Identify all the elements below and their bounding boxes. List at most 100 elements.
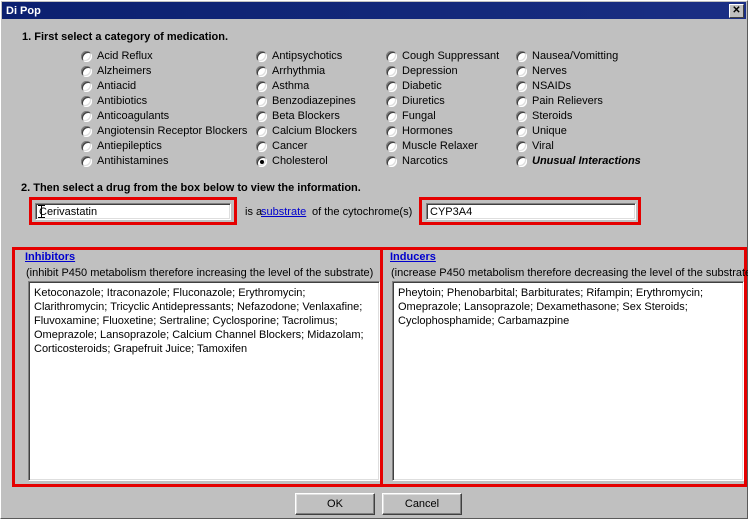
radio-icon <box>256 66 267 77</box>
window-title: Di Pop <box>6 4 41 17</box>
radio-angiotensin-receptor-blockers[interactable]: Angiotensin Receptor Blockers <box>81 124 256 139</box>
radio-label: Alzheimers <box>97 65 152 77</box>
radio-label: Asthma <box>272 80 310 92</box>
radio-icon <box>256 111 267 122</box>
radio-label: Calcium Blockers <box>272 125 357 137</box>
inhibitors-heading-link[interactable]: Inhibitors <box>25 251 75 263</box>
radio-antihistamines[interactable]: Antihistamines <box>81 154 256 169</box>
close-icon[interactable]: ✕ <box>729 3 744 18</box>
radio-acid-reflux[interactable]: Acid Reflux <box>81 49 256 64</box>
radio-icon <box>81 81 92 92</box>
cytochrome-input[interactable] <box>426 203 636 220</box>
radio-antiacid[interactable]: Antiacid <box>81 79 256 94</box>
radio-icon <box>81 66 92 77</box>
radio-icon <box>386 51 397 62</box>
radio-label: Viral <box>532 140 554 152</box>
radio-fungal[interactable]: Fungal <box>386 109 516 124</box>
radio-label: Depression <box>402 65 458 77</box>
drug-name-input[interactable] <box>35 203 231 220</box>
list-item: Corticosteroids; Grapefruit Juice; Tamox… <box>34 343 248 355</box>
radio-label: Nerves <box>532 65 567 77</box>
radio-steroids[interactable]: Steroids <box>516 109 686 124</box>
radio-label: Antipsychotics <box>272 50 343 62</box>
is-a-text: is a <box>245 206 263 218</box>
radio-label: Pain Relievers <box>532 95 603 107</box>
radio-cough-suppressant[interactable]: Cough Suppressant <box>386 49 516 64</box>
radio-label: Diabetic <box>402 80 442 92</box>
radio-icon <box>81 96 92 107</box>
category-column-3: Cough Suppressant Depression Diabetic Di… <box>386 49 516 169</box>
radio-icon <box>386 96 397 107</box>
category-column-1: Acid Reflux Alzheimers Antiacid Antibiot… <box>81 49 256 169</box>
radio-label: Cholesterol <box>272 155 328 167</box>
radio-label: Narcotics <box>402 155 448 167</box>
list-item: Pheytoin; Phenobarbital; Barbiturates; R… <box>398 287 704 299</box>
dialog-window: Di Pop ✕ 1. First select a category of m… <box>0 0 748 519</box>
radio-asthma[interactable]: Asthma <box>256 79 386 94</box>
list-item: Fluvoxamine; Fluoxetine; Sertraline; Cyc… <box>34 315 338 327</box>
radio-pain-relievers[interactable]: Pain Relievers <box>516 94 686 109</box>
radio-viral[interactable]: Viral <box>516 139 686 154</box>
radio-icon <box>256 141 267 152</box>
radio-icon <box>386 66 397 77</box>
radio-beta-blockers[interactable]: Beta Blockers <box>256 109 386 124</box>
radio-antibiotics[interactable]: Antibiotics <box>81 94 256 109</box>
radio-alzheimers[interactable]: Alzheimers <box>81 64 256 79</box>
radio-label: Beta Blockers <box>272 110 340 122</box>
radio-label: Arrhythmia <box>272 65 326 77</box>
ok-button[interactable]: OK <box>295 493 375 515</box>
step1-label: 1. First select a category of medication… <box>22 31 229 43</box>
list-item: Ketoconazole; Itraconazole; Fluconazole;… <box>34 287 306 299</box>
radio-label: Hormones <box>402 125 453 137</box>
radio-label: Muscle Relaxer <box>402 140 478 152</box>
radio-depression[interactable]: Depression <box>386 64 516 79</box>
radio-antiepileptics[interactable]: Antiepileptics <box>81 139 256 154</box>
inducers-heading-link[interactable]: Inducers <box>390 251 436 263</box>
drug-selection-row: is a substrate of the cytochrome(s) <box>2 197 746 225</box>
radio-diuretics[interactable]: Diuretics <box>386 94 516 109</box>
list-item: Omeprazole; Lansoprazole; Dexamethasone;… <box>398 301 688 313</box>
radio-benzodiazepines[interactable]: Benzodiazepines <box>256 94 386 109</box>
radio-unique[interactable]: Unique <box>516 124 686 139</box>
inhibitors-listbox[interactable]: Ketoconazole; Itraconazole; Fluconazole;… <box>28 281 380 481</box>
radio-icon <box>386 126 397 137</box>
radio-anticoagulants[interactable]: Anticoagulants <box>81 109 256 124</box>
radio-muscle-relaxer[interactable]: Muscle Relaxer <box>386 139 516 154</box>
radio-cancer[interactable]: Cancer <box>256 139 386 154</box>
radio-icon <box>386 141 397 152</box>
cancel-button[interactable]: Cancel <box>382 493 462 515</box>
substrate-link[interactable]: substrate <box>261 206 306 219</box>
radio-icon <box>81 111 92 122</box>
radio-cholesterol[interactable]: Cholesterol <box>256 154 386 169</box>
radio-label: Antibiotics <box>97 95 148 107</box>
radio-label: Antiacid <box>97 80 137 92</box>
of-cytochrome-text: of the cytochrome(s) <box>312 206 413 218</box>
radio-icon <box>516 81 527 92</box>
radio-antipsychotics[interactable]: Antipsychotics <box>256 49 386 64</box>
radio-icon <box>81 156 92 167</box>
radio-label: Antiepileptics <box>97 140 162 152</box>
radio-icon <box>81 51 92 62</box>
radio-diabetic[interactable]: Diabetic <box>386 79 516 94</box>
list-item: Clarithromycin; Tricyclic Antidepressant… <box>34 301 363 313</box>
radio-narcotics[interactable]: Narcotics <box>386 154 516 169</box>
radio-nausea-vomitting[interactable]: Nausea/Vomitting <box>516 49 686 64</box>
radio-label: Acid Reflux <box>97 50 153 62</box>
radio-icon <box>516 111 527 122</box>
radio-hormones[interactable]: Hormones <box>386 124 516 139</box>
radio-label: Nausea/Vomitting <box>532 50 619 62</box>
radio-calcium-blockers[interactable]: Calcium Blockers <box>256 124 386 139</box>
radio-icon <box>81 126 92 137</box>
radio-icon <box>516 141 527 152</box>
category-column-2: Antipsychotics Arrhythmia Asthma Benzodi… <box>256 49 386 169</box>
radio-unusual-interactions[interactable]: Unusual Interactions <box>516 154 686 169</box>
radio-nsaids[interactable]: NSAIDs <box>516 79 686 94</box>
radio-icon <box>516 66 527 77</box>
inducers-listbox[interactable]: Pheytoin; Phenobarbital; Barbiturates; R… <box>392 281 744 481</box>
title-bar: Di Pop ✕ <box>2 2 746 19</box>
radio-nerves[interactable]: Nerves <box>516 64 686 79</box>
inhibitors-subtitle: (inhibit P450 metabolism therefore incre… <box>26 267 374 279</box>
radio-icon <box>256 51 267 62</box>
radio-arrhythmia[interactable]: Arrhythmia <box>256 64 386 79</box>
list-item: Cyclophosphamide; Carbamazpine <box>398 315 570 327</box>
